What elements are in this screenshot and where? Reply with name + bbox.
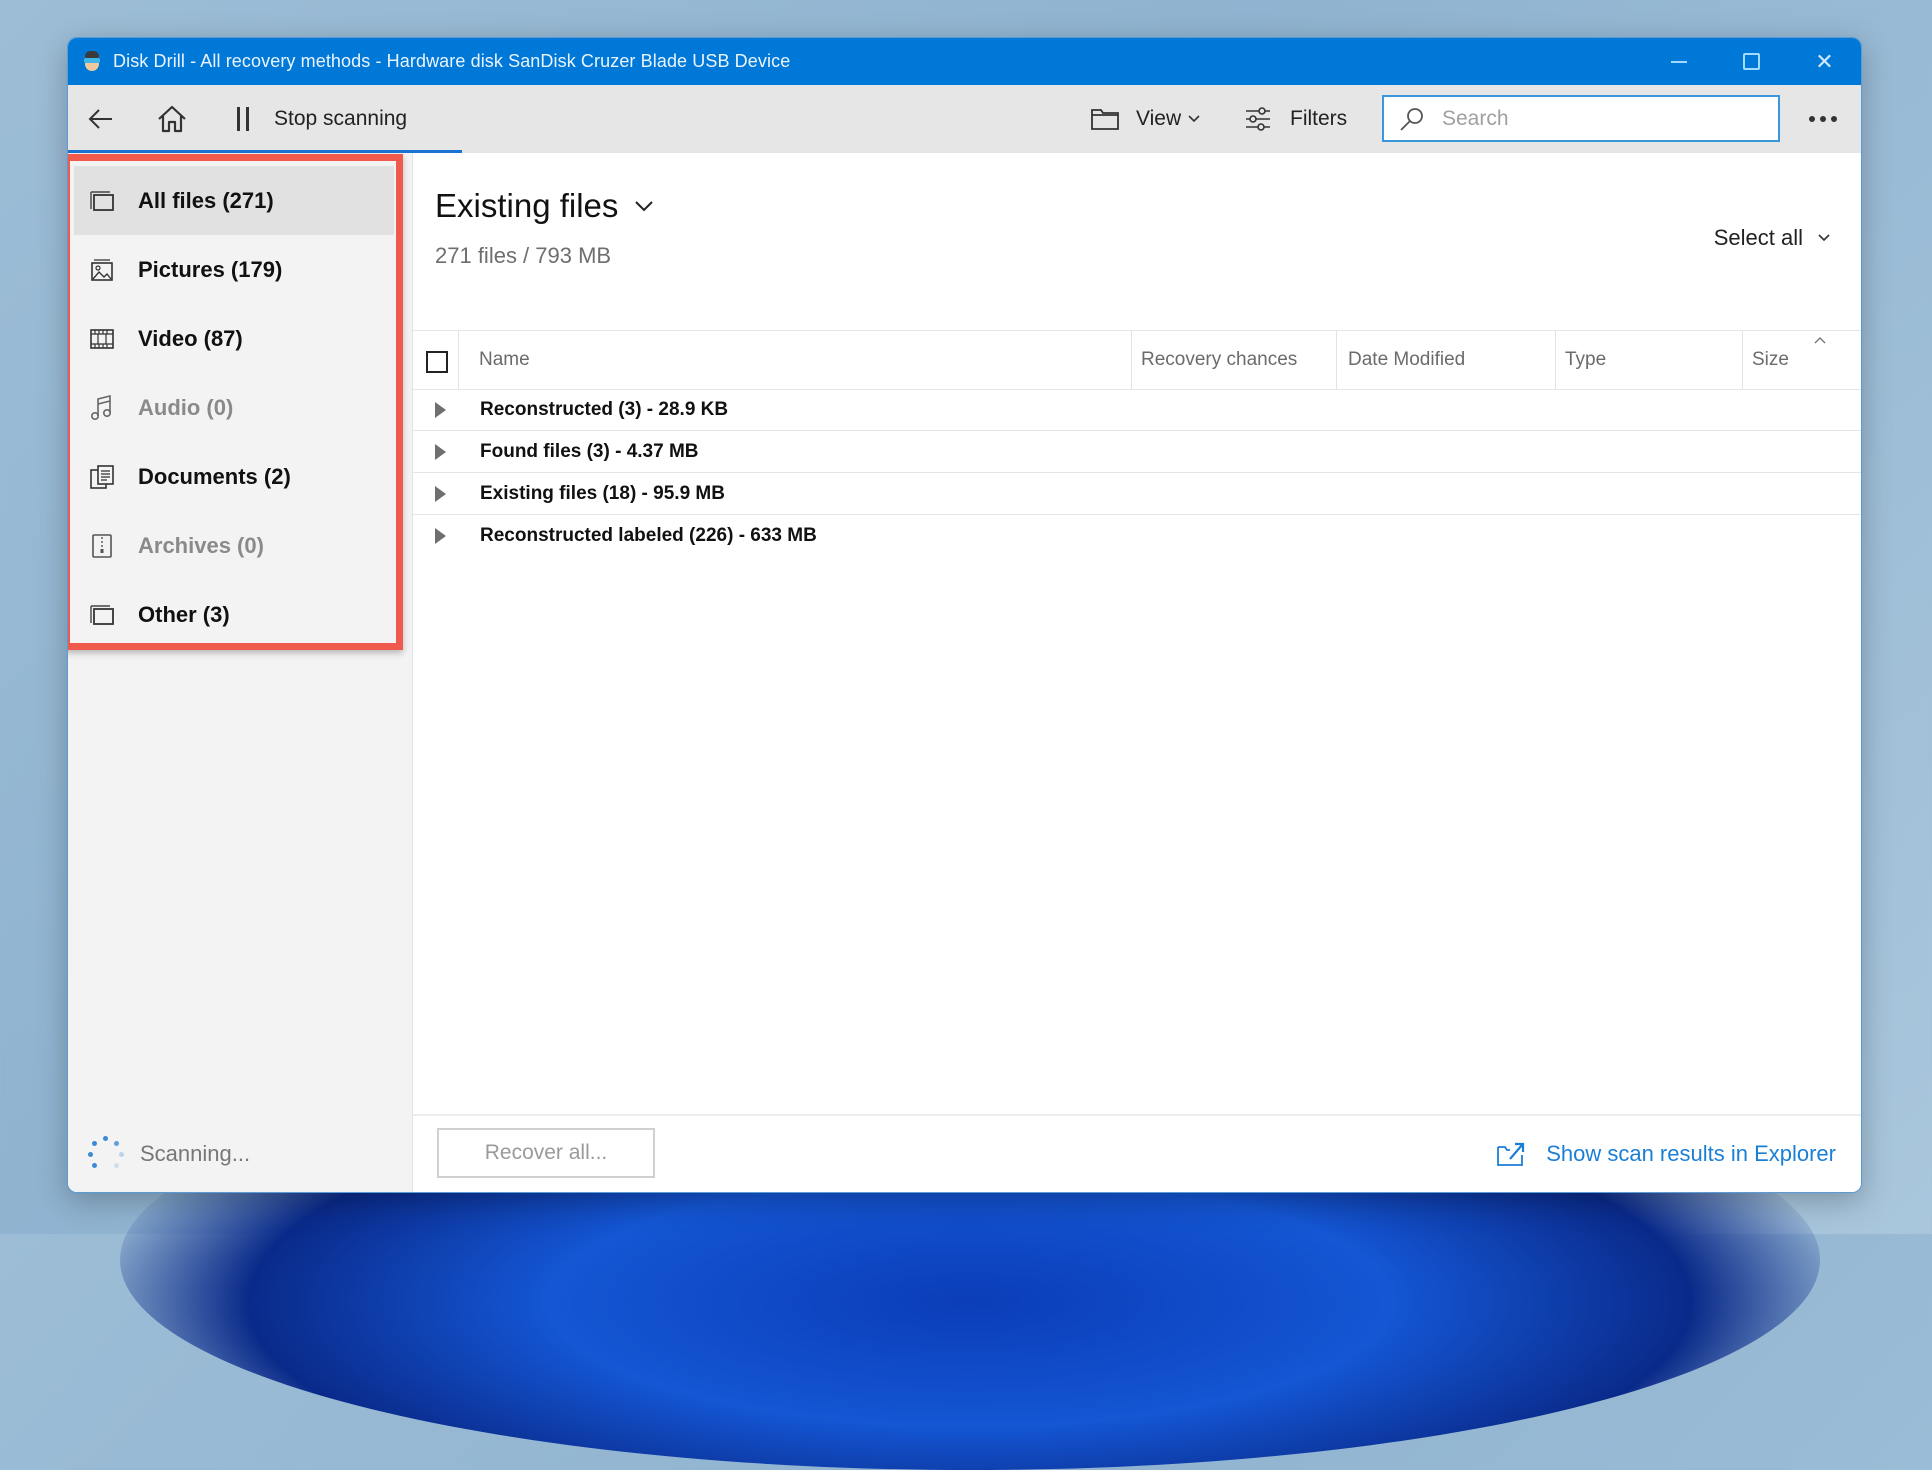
files-summary: 271 files / 793 MB [435,243,612,268]
table-row[interactable]: Reconstructed (3) - 28.9 KB [413,389,1861,431]
column-divider[interactable] [1131,331,1132,389]
close-icon: ✕ [1815,48,1834,74]
chevron-down-icon [1188,115,1200,123]
sidebar-item-label: Pictures (179) [138,256,283,282]
more-horizontal-icon [1809,116,1815,122]
sidebar-item-other[interactable]: Other (3) [74,580,394,649]
open-external-icon [1496,1141,1526,1167]
recover-all-button[interactable]: Recover all... [437,1128,655,1178]
filters-label: Filters [1290,107,1348,130]
toolbar: Stop scanning View Filters [68,85,1861,153]
picture-icon [88,256,116,284]
column-divider[interactable] [1336,331,1337,389]
sidebar-item-all-files[interactable]: All files (271) [74,166,394,235]
column-header-name[interactable]: Name [479,331,530,389]
filters-button[interactable]: Filters [1244,85,1347,153]
column-header-size[interactable]: Size [1752,331,1789,389]
results-panel: Existing files 271 files / 793 MB Select… [413,153,1861,1192]
sidebar-item-pictures[interactable]: Pictures (179) [74,235,394,304]
column-header-type[interactable]: Type [1565,331,1606,389]
expand-arrow-icon[interactable] [435,402,446,418]
home-icon [158,105,186,133]
sidebar-item-video[interactable]: Video (87) [74,304,394,373]
scanning-label: Scanning... [140,1141,251,1166]
column-header-date-modified[interactable]: Date Modified [1348,331,1465,389]
sidebar-item-label: All files (271) [138,187,274,213]
category-list: All files (271) Pictures (179) Video (87… [74,166,394,649]
scanning-status: Scanning... [86,1134,250,1174]
sidebar-item-label: Audio (0) [138,394,234,420]
expand-arrow-icon[interactable] [435,486,446,502]
music-note-icon [88,394,116,422]
row-label: Existing files (18) - 95.9 MB [480,482,725,504]
section-title: Existing files [435,187,619,224]
table-row[interactable]: Found files (3) - 4.37 MB [413,431,1861,473]
title-bar: Disk Drill - All recovery methods - Hard… [68,38,1861,85]
row-label: Reconstructed labeled (226) - 633 MB [480,524,817,546]
minimize-button[interactable] [1642,38,1715,85]
sidebar-item-audio[interactable]: Audio (0) [74,373,394,442]
table-row[interactable]: Reconstructed labeled (226) - 633 MB [413,515,1861,556]
expand-arrow-icon[interactable] [435,528,446,544]
table-row[interactable]: Existing files (18) - 95.9 MB [413,473,1861,515]
stop-scanning-label[interactable]: Stop scanning [274,85,407,153]
search-box[interactable] [1382,95,1780,142]
other-files-icon [88,601,116,629]
film-icon [88,325,116,353]
window-title: Disk Drill - All recovery methods - Hard… [113,51,791,71]
chevron-down-icon [635,201,654,212]
stop-scanning-button[interactable] [228,104,258,134]
sidebar-item-label: Documents (2) [138,463,291,489]
column-header-recovery-chances[interactable]: Recovery chances [1141,331,1297,389]
sort-ascending-icon [1814,337,1826,344]
select-all-dropdown[interactable]: Select all [1714,225,1831,251]
folder-icon [1091,109,1119,130]
row-label: Found files (3) - 4.37 MB [480,440,699,462]
pause-icon [237,107,249,131]
column-divider[interactable] [1742,331,1743,389]
sidebar-item-documents[interactable]: Documents (2) [74,442,394,511]
archive-icon [88,532,116,560]
app-window: Disk Drill - All recovery methods - Hard… [67,37,1862,1193]
search-icon [1400,107,1423,131]
select-all-label: Select all [1713,225,1803,250]
results-list: Reconstructed (3) - 28.9 KB Found files … [413,389,1861,556]
expand-arrow-icon[interactable] [435,444,446,460]
sidebar-item-label: Video (87) [138,325,243,351]
column-divider [458,331,459,389]
close-button[interactable]: ✕ [1788,38,1861,85]
select-all-checkbox[interactable] [426,351,448,373]
arrow-left-icon [88,109,112,129]
all-files-icon [88,187,116,215]
back-button[interactable] [84,102,118,136]
document-icon [88,463,116,491]
maximize-button[interactable] [1715,38,1788,85]
home-button[interactable] [154,101,190,137]
row-label: Reconstructed (3) - 28.9 KB [480,398,729,420]
table-header: Name Recovery chances Date Modified Type… [413,330,1861,390]
section-title-dropdown[interactable]: Existing files [435,187,654,225]
disk-drill-logo-icon [83,50,101,73]
sidebar-item-label: Other (3) [138,601,230,627]
footer-bar: Recover all... Show scan results in Expl… [413,1114,1861,1192]
sliders-icon [1246,107,1270,131]
show-in-explorer-link[interactable]: Show scan results in Explorer [1496,1116,1836,1192]
show-in-explorer-label: Show scan results in Explorer [1546,1141,1836,1166]
sidebar-item-label: Archives (0) [138,532,264,558]
column-divider[interactable] [1555,331,1556,389]
view-menu-button[interactable]: View [1090,85,1201,153]
view-label: View [1136,107,1182,130]
more-options-button[interactable] [1800,85,1846,153]
minimize-icon [1670,60,1687,63]
chevron-down-icon [1818,234,1830,242]
sidebar-item-archives[interactable]: Archives (0) [74,511,394,580]
maximize-icon [1743,53,1760,70]
spinner-icon [86,1134,126,1174]
search-input[interactable] [1440,105,1774,132]
category-sidebar: All files (271) Pictures (179) Video (87… [68,153,413,1192]
